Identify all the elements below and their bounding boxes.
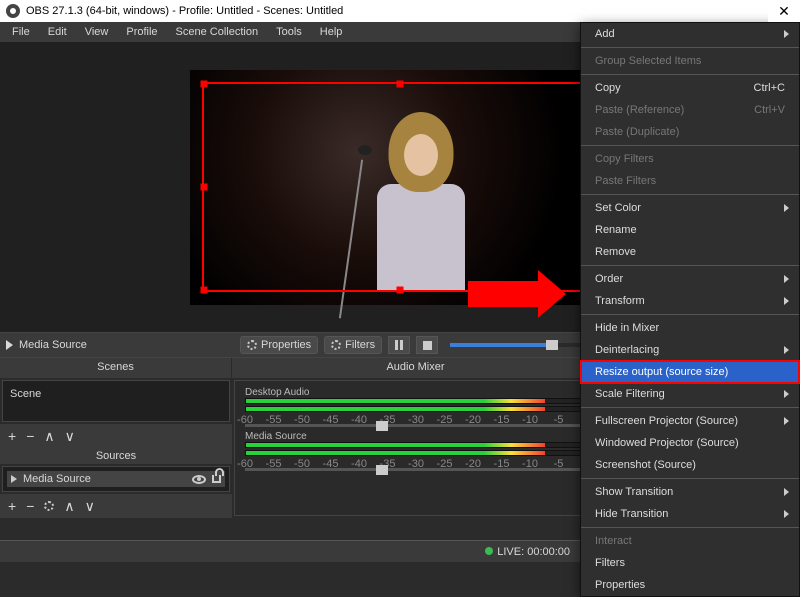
ctx-copy[interactable]: CopyCtrl+C bbox=[581, 77, 799, 99]
close-window-button[interactable]: ✕ bbox=[768, 0, 800, 22]
menu-profile[interactable]: Profile bbox=[118, 24, 165, 40]
source-selection-box[interactable] bbox=[202, 82, 598, 292]
properties-button[interactable]: Properties bbox=[240, 336, 318, 354]
menu-tools[interactable]: Tools bbox=[268, 24, 310, 40]
filter-icon bbox=[331, 340, 341, 350]
audio-meter bbox=[245, 442, 587, 448]
menu-edit[interactable]: Edit bbox=[40, 24, 75, 40]
audio-mixer-panel: Desktop Audio -60-55-50-45-40-35-30-25-2… bbox=[234, 380, 598, 516]
lock-toggle-icon[interactable] bbox=[212, 475, 221, 483]
ctx-add[interactable]: Add bbox=[581, 23, 799, 45]
scenes-header[interactable]: Scenes bbox=[0, 358, 232, 378]
scene-up-button[interactable]: ∧ bbox=[44, 428, 54, 445]
ctx-screenshot[interactable]: Screenshot (Source) bbox=[581, 454, 799, 476]
ctx-interact: Interact bbox=[581, 530, 799, 552]
ctx-resize-output[interactable]: Resize output (source size) bbox=[581, 361, 799, 383]
ctx-transform[interactable]: Transform bbox=[581, 290, 799, 312]
remove-scene-button[interactable]: − bbox=[26, 428, 34, 444]
annotation-arrow-icon bbox=[468, 270, 566, 318]
ctx-hide-transition[interactable]: Hide Transition bbox=[581, 503, 799, 525]
ctx-scale-filtering[interactable]: Scale Filtering bbox=[581, 383, 799, 405]
pause-button[interactable] bbox=[388, 336, 410, 354]
ctx-set-color[interactable]: Set Color bbox=[581, 197, 799, 219]
ctx-remove[interactable]: Remove bbox=[581, 241, 799, 263]
window-title: OBS 27.1.3 (64-bit, windows) - Profile: … bbox=[26, 5, 343, 17]
source-row-label: Media Source bbox=[23, 473, 186, 485]
source-down-button[interactable]: ∨ bbox=[85, 498, 95, 515]
gear-icon bbox=[247, 340, 257, 350]
ctx-rename[interactable]: Rename bbox=[581, 219, 799, 241]
obs-logo-icon bbox=[6, 4, 20, 18]
ctx-copy-filters: Copy Filters bbox=[581, 148, 799, 170]
scenes-toolbar: + − ∧ ∨ bbox=[0, 424, 232, 448]
ctx-fullscreen-projector[interactable]: Fullscreen Projector (Source) bbox=[581, 410, 799, 432]
ctx-paste-filters: Paste Filters bbox=[581, 170, 799, 192]
ctx-paste-dup: Paste (Duplicate) bbox=[581, 121, 799, 143]
source-up-button[interactable]: ∧ bbox=[64, 498, 74, 515]
scene-item[interactable]: Scene bbox=[7, 385, 225, 403]
media-icon bbox=[11, 475, 17, 483]
resize-handle[interactable] bbox=[201, 286, 208, 293]
audio-mixer-header[interactable]: Audio Mixer bbox=[232, 358, 600, 378]
resize-handle[interactable] bbox=[201, 183, 208, 190]
play-icon bbox=[6, 340, 13, 350]
ctx-order[interactable]: Order bbox=[581, 268, 799, 290]
source-row[interactable]: Media Source bbox=[7, 471, 225, 487]
playback-seek-slider[interactable] bbox=[450, 343, 586, 347]
scene-down-button[interactable]: ∨ bbox=[65, 428, 75, 445]
audio-meter bbox=[245, 406, 587, 412]
volume-slider[interactable] bbox=[245, 424, 587, 427]
menu-scene-collection[interactable]: Scene Collection bbox=[168, 24, 267, 40]
db-scale: -60-55-50-45-40-35-30-25-20-15-10-50 bbox=[245, 414, 587, 424]
audio-meter bbox=[245, 398, 587, 404]
sources-toolbar: + − ∧ ∨ bbox=[0, 494, 232, 518]
mixer-channel-label: Desktop Audio bbox=[245, 387, 587, 398]
remove-source-button[interactable]: − bbox=[26, 498, 34, 514]
ctx-hide-mixer[interactable]: Hide in Mixer bbox=[581, 317, 799, 339]
menu-help[interactable]: Help bbox=[312, 24, 351, 40]
ctx-group: Group Selected Items bbox=[581, 50, 799, 72]
audio-meter bbox=[245, 450, 587, 456]
menu-file[interactable]: File bbox=[4, 24, 38, 40]
source-settings-button[interactable] bbox=[44, 498, 54, 514]
scenes-list[interactable]: Scene bbox=[2, 380, 230, 422]
add-source-button[interactable]: + bbox=[8, 498, 16, 514]
resize-handle[interactable] bbox=[397, 80, 404, 87]
visibility-toggle-icon[interactable] bbox=[192, 475, 206, 484]
filters-button[interactable]: Filters bbox=[324, 336, 382, 354]
volume-slider[interactable] bbox=[245, 468, 587, 471]
sources-header[interactable]: Sources bbox=[0, 448, 232, 464]
sources-list[interactable]: Media Source bbox=[2, 466, 230, 492]
resize-handle[interactable] bbox=[201, 80, 208, 87]
db-scale: -60-55-50-45-40-35-30-25-20-15-10-50 bbox=[245, 458, 587, 468]
add-scene-button[interactable]: + bbox=[8, 428, 16, 444]
ctx-paste-ref: Paste (Reference)Ctrl+V bbox=[581, 99, 799, 121]
menu-view[interactable]: View bbox=[77, 24, 117, 40]
stop-button[interactable] bbox=[416, 336, 438, 354]
ctx-filters[interactable]: Filters bbox=[581, 552, 799, 574]
title-bar: OBS 27.1.3 (64-bit, windows) - Profile: … bbox=[0, 0, 800, 22]
ctx-show-transition[interactable]: Show Transition bbox=[581, 481, 799, 503]
ctx-properties[interactable]: Properties bbox=[581, 574, 799, 596]
resize-handle[interactable] bbox=[397, 286, 404, 293]
mixer-channel-label: Media Source bbox=[245, 431, 587, 442]
source-context-menu: Add Group Selected Items CopyCtrl+C Past… bbox=[580, 22, 800, 597]
selected-source-label: Media Source bbox=[19, 339, 87, 351]
ctx-deinterlacing[interactable]: Deinterlacing bbox=[581, 339, 799, 361]
ctx-windowed-projector[interactable]: Windowed Projector (Source) bbox=[581, 432, 799, 454]
live-status: LIVE: 00:00:00 bbox=[485, 546, 570, 558]
